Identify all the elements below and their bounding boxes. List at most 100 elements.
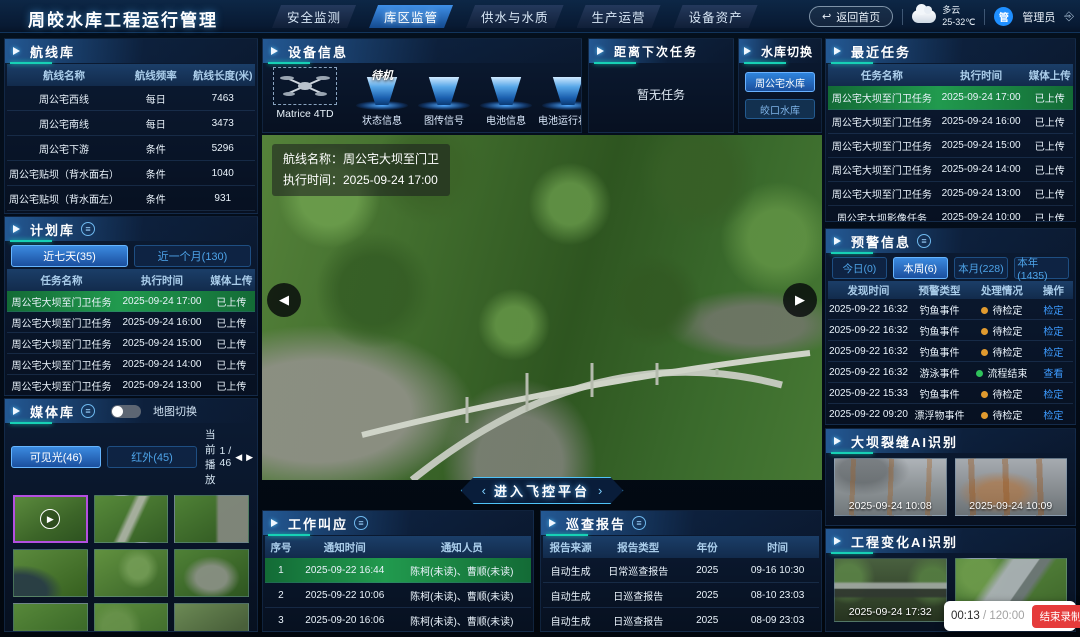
drone-video-feed[interactable]: 航线名称：周公宅大坝至门卫 执行时间：2025-09-24 17:00 ◀ ▶ … (262, 135, 822, 480)
table-row[interactable]: 2025-09-22 15:33钓鱼事件待检定检定 (828, 383, 1073, 404)
enter-flight-control-button[interactable]: ‹ 进入飞控平台 › (461, 477, 624, 504)
reservoir-options: 周公宅水库皎口水库 (739, 63, 821, 119)
table-row[interactable]: 周公宅大坝至门卫任务2025-09-24 13:00已上传 (828, 182, 1073, 206)
table-row[interactable]: 12025-09-22 16:44陈柯(未读)、曹顺(未读) (265, 558, 531, 583)
map-toggle-switch[interactable] (111, 405, 141, 418)
alert-tab-本月(228)[interactable]: 本月(228) (954, 257, 1009, 279)
alert-tab-本周(6)[interactable]: 本周(6) (893, 257, 948, 279)
column-header: 媒体上传 (208, 273, 255, 288)
media-thumbnail[interactable] (13, 603, 88, 632)
table-row[interactable]: 22025-09-22 10:06陈柯(未读)、曹顺(未读) (265, 583, 531, 608)
nav-tab-设备资产[interactable]: 设备资产 (674, 5, 758, 28)
weather-condition: 多云 (942, 5, 960, 15)
table-cell: 周公宅大坝至门卫任务 (828, 114, 936, 129)
table-row[interactable]: 2025-09-22 16:32钓鱼事件待检定检定 (828, 299, 1073, 320)
table-row[interactable]: 2025-09-22 16:32钓鱼事件待检定检定 (828, 341, 1073, 362)
arrow-icon (271, 519, 282, 527)
table-row[interactable]: 周公宅下游条件5296 (7, 136, 255, 161)
table-row[interactable]: 周公宅大坝至门卫任务2025-09-24 14:00已上传 (828, 158, 1073, 182)
table-row[interactable]: 周公宅大坝至门卫任务2025-09-24 15:00已上传 (828, 134, 1073, 158)
table-cell: 2025-09-24 14:00 (936, 164, 1027, 175)
prev-video-button[interactable]: ◀ (267, 283, 301, 317)
table-row[interactable]: 周公宅贴坝（背水面左）条件931 (7, 186, 255, 211)
table-cell: 待检定 (970, 323, 1034, 338)
media-thumbnail[interactable]: ▶ (13, 495, 88, 543)
nav-tab-生产运营[interactable]: 生产运营 (577, 5, 661, 28)
route-name-label: 航线名称：周公宅大坝至门卫 (283, 149, 439, 170)
table-row[interactable]: 2025-09-22 16:32钓鱼事件待检定检定 (828, 320, 1073, 341)
recent-tasks-table: 周公宅大坝至门卫任务2025-09-24 17:00已上传周公宅大坝至门卫任务2… (828, 86, 1073, 222)
table-cell: 每日 (121, 116, 190, 131)
logout-icon[interactable]: ⎆ (1064, 9, 1074, 24)
ai-image[interactable]: 2025-09-24 10:09 (955, 458, 1068, 516)
nav-tab-库区监管[interactable]: 库区监管 (369, 5, 453, 28)
table-row[interactable]: 周公宅南线每日3473 (7, 111, 255, 136)
table-cell: 2025-09-22 16:44 (297, 565, 393, 576)
action-link[interactable]: 检定 (1034, 302, 1073, 317)
table-row[interactable]: 周公宅大坝至门卫任务2025-09-24 16:00已上传 (828, 110, 1073, 134)
media-thumbnail[interactable] (94, 495, 169, 543)
action-link[interactable]: 检定 (1034, 386, 1073, 401)
table-row[interactable]: 2025-09-22 09:20漂浮物事件待检定检定 (828, 404, 1073, 425)
stop-recording-button[interactable]: 结束录制 (1032, 605, 1080, 628)
ai-image[interactable]: 2025-09-24 10:08 (834, 458, 947, 516)
table-row[interactable]: 2025-09-22 16:32游泳事件流程结束查看 (828, 362, 1073, 383)
table-row[interactable]: 周公宅大坝至门卫任务2025-09-24 16:00已上传 (7, 312, 255, 333)
table-cell: 已上传 (208, 315, 255, 330)
plan-tab-近一个月(130)[interactable]: 近一个月(130) (134, 245, 251, 267)
prev-media-icon[interactable]: ◀ (235, 452, 242, 463)
table-cell: 周公宅大坝至门卫任务 (828, 162, 936, 177)
image-timestamp: 2025-09-24 10:08 (835, 500, 946, 512)
media-thumbnail[interactable] (174, 603, 249, 632)
media-thumbnail[interactable] (174, 495, 249, 543)
table-cell: 周公宅大坝至门卫任务 (828, 186, 936, 201)
action-link[interactable]: 查看 (1034, 365, 1073, 380)
table-cell: 自动生成 (543, 613, 598, 628)
table-cell: 待检定 (970, 344, 1034, 359)
media-tab-可见光(46)[interactable]: 可见光(46) (11, 446, 101, 468)
action-link[interactable]: 检定 (1034, 344, 1073, 359)
table-row[interactable]: 自动生成日巡查报告202508-09 23:03 (543, 608, 819, 632)
user-avatar[interactable]: 管 (994, 7, 1013, 26)
column-header: 航线频率 (121, 68, 190, 83)
table-header: 序号通知时间通知人员 (265, 536, 531, 558)
panel-header: 大坝裂缝AI识别 (826, 429, 1075, 453)
back-home-button[interactable]: ↩ 返回首页 (809, 6, 893, 27)
table-row[interactable]: 自动生成日常巡查报告202509-16 10:30 (543, 558, 819, 583)
alert-tabs: 今日(0) 本周(6) 本月(228)本年(1435) (832, 257, 1069, 279)
table-row[interactable]: 周公宅大坝影像任务2025-09-24 10:00已上传 (828, 206, 1073, 222)
reservoir-option[interactable]: 皎口水库 (745, 99, 815, 119)
media-thumbnail[interactable] (13, 549, 88, 597)
nav-tab-安全监测[interactable]: 安全监测 (272, 5, 356, 28)
table-row[interactable]: 周公宅贴坝（迎水面）条件818 (7, 211, 255, 214)
column-header: 处理情况 (970, 283, 1034, 298)
action-link[interactable]: 检定 (1034, 407, 1073, 422)
media-thumbnail[interactable] (174, 549, 249, 597)
reservoir-option[interactable]: 周公宅水库 (745, 72, 815, 92)
alert-tab-今日(0)[interactable]: 今日(0) (832, 257, 887, 279)
next-video-button[interactable]: ▶ (783, 283, 817, 317)
nav-tab-供水与水质[interactable]: 供水与水质 (466, 5, 564, 28)
table-row[interactable]: 周公宅大坝至门卫任务2025-09-24 14:00已上传 (7, 354, 255, 375)
ai-image[interactable]: 2025-09-24 17:32 (834, 558, 947, 622)
media-thumbnail[interactable] (94, 549, 169, 597)
panel-title: 预警信息 (851, 232, 911, 251)
media-thumbnail[interactable] (94, 603, 169, 632)
alert-tab-本年(1435)[interactable]: 本年(1435) (1014, 257, 1069, 279)
media-tab-红外(45)[interactable]: 红外(45) (107, 446, 197, 468)
action-link[interactable]: 检定 (1034, 323, 1073, 338)
table-row[interactable]: 周公宅大坝至门卫任务2025-09-24 13:00已上传 (7, 375, 255, 396)
list-icon: ≡ (81, 404, 95, 418)
table-row[interactable]: 周公宅大坝至门卫任务2025-09-24 17:00已上传 (7, 291, 255, 312)
table-row[interactable]: 周公宅大坝至门卫任务2025-09-24 17:00已上传 (828, 86, 1073, 110)
table-row[interactable]: 周公宅大坝至门卫任务2025-09-24 15:00已上传 (7, 333, 255, 354)
table-row[interactable]: 周公宅贴坝（背水面右）条件1040 (7, 161, 255, 186)
plan-tab-近七天(35)[interactable]: 近七天(35) (11, 245, 128, 267)
next-media-icon[interactable]: ▶ (246, 452, 253, 463)
table-row[interactable]: 自动生成日巡查报告202508-10 23:03 (543, 583, 819, 608)
table-row[interactable]: 周公宅西线每日7463 (7, 86, 255, 111)
inspection-report-table: 自动生成日常巡查报告202509-16 10:30自动生成日巡查报告202508… (543, 558, 819, 632)
table-row[interactable]: 32025-09-20 16:06陈柯(未读)、曹顺(未读) (265, 608, 531, 632)
divider (984, 9, 985, 25)
arrow-icon (744, 47, 755, 55)
